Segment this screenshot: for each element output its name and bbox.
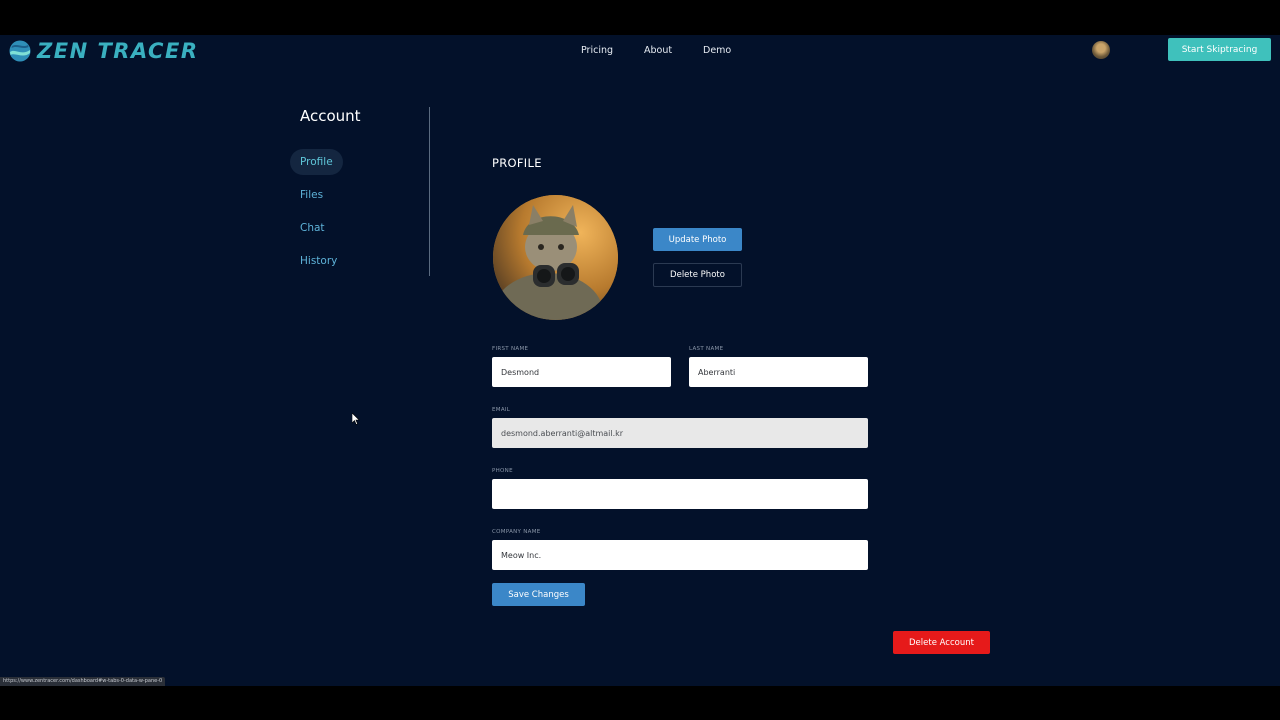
- phone-field[interactable]: [492, 479, 868, 509]
- first-name-label: FIRST NAME: [492, 346, 529, 352]
- profile-section-title: PROFILE: [492, 156, 542, 170]
- phone-label: PHONE: [492, 468, 513, 474]
- company-name-label: COMPANY NAME: [492, 529, 541, 535]
- sidebar-divider: [429, 107, 430, 276]
- mouse-cursor-icon: [352, 413, 360, 425]
- sidebar-item-history[interactable]: History: [290, 248, 347, 274]
- delete-account-button[interactable]: Delete Account: [893, 631, 990, 654]
- sidebar-item-files[interactable]: Files: [290, 182, 333, 208]
- account-title: Account: [300, 107, 361, 125]
- first-name-field[interactable]: [492, 357, 671, 387]
- status-bar-url: https://www.zentracer.com/dashboard#w-ta…: [0, 677, 166, 686]
- nav-pricing[interactable]: Pricing: [581, 45, 613, 56]
- nav-demo[interactable]: Demo: [703, 45, 731, 56]
- save-changes-button[interactable]: Save Changes: [492, 583, 585, 606]
- app-window: ZEN TRACER Pricing About Demo Start Skip…: [0, 35, 1280, 686]
- sidebar-item-chat[interactable]: Chat: [290, 215, 335, 241]
- profile-photo-image: [493, 195, 618, 320]
- user-avatar[interactable]: [1092, 41, 1110, 59]
- company-name-field[interactable]: [492, 540, 868, 570]
- last-name-field[interactable]: [689, 357, 868, 387]
- email-field[interactable]: [492, 418, 868, 448]
- nav-about[interactable]: About: [644, 45, 672, 56]
- start-skiptracing-button[interactable]: Start Skiptracing: [1168, 38, 1271, 61]
- delete-photo-button[interactable]: Delete Photo: [653, 263, 742, 287]
- top-nav: Pricing About Demo: [0, 45, 1280, 65]
- email-label: EMAIL: [492, 407, 511, 413]
- last-name-label: LAST NAME: [689, 346, 724, 352]
- update-photo-button[interactable]: Update Photo: [653, 228, 742, 251]
- profile-photo: [493, 195, 618, 320]
- sidebar-item-profile[interactable]: Profile: [290, 149, 343, 175]
